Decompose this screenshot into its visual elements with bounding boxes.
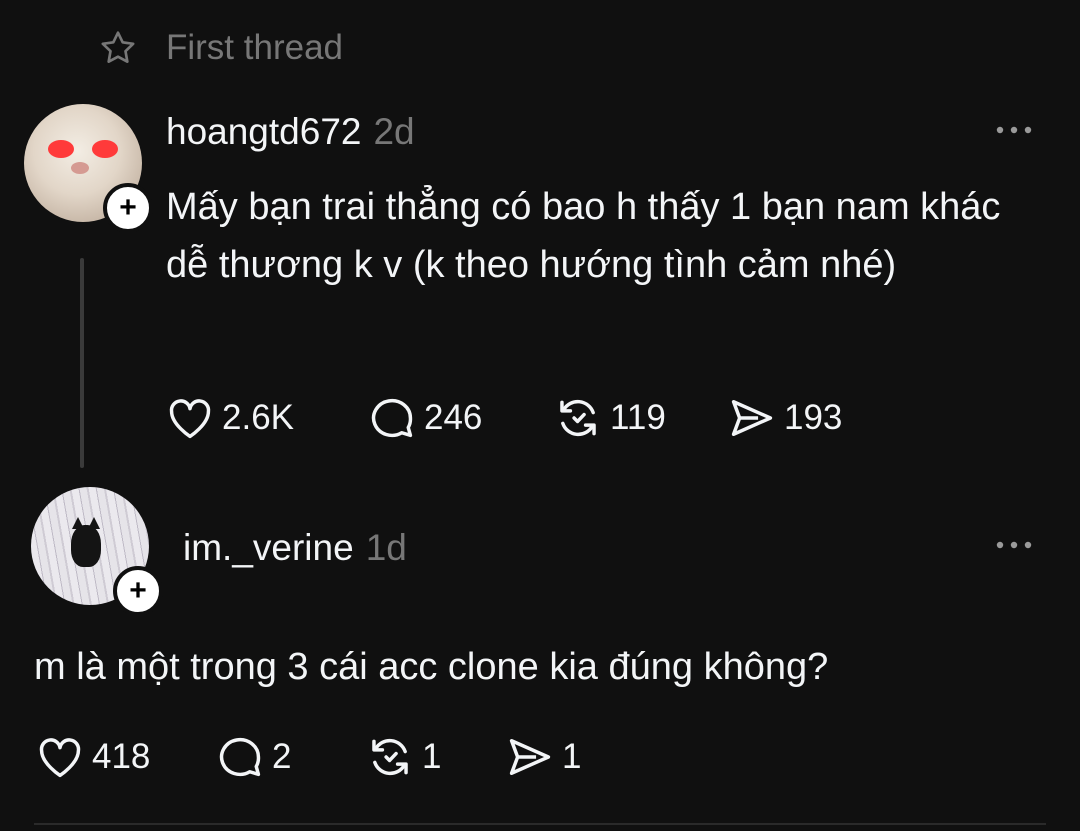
reply-button[interactable]: 246: [366, 392, 552, 444]
comment-icon: [371, 398, 413, 438]
thread-line: [80, 258, 84, 468]
repost-count: 119: [610, 398, 666, 437]
follow-button[interactable]: +: [113, 566, 163, 616]
reply-count: 2: [272, 737, 292, 776]
like-button[interactable]: 2.6K: [164, 392, 366, 444]
share-count: 193: [784, 398, 843, 437]
like-count: 418: [92, 737, 151, 776]
plus-icon: +: [129, 574, 147, 607]
repost-icon: [372, 738, 408, 776]
reply-header: im._verine 1d: [183, 526, 407, 570]
post-text: Mấy bạn trai thẳng có bao h thấy 1 bạn n…: [166, 186, 1001, 286]
share-button[interactable]: 1: [504, 731, 581, 783]
thread-title: First thread: [166, 28, 343, 67]
reply-time: 1d: [365, 527, 407, 568]
share-icon: [731, 400, 773, 436]
post-time: 2d: [373, 111, 415, 152]
like-button[interactable]: 418: [34, 731, 214, 783]
divider: [34, 823, 1046, 825]
post-header: hoangtd672 2d: [166, 110, 415, 154]
repost-button[interactable]: 119: [552, 392, 726, 444]
repost-button[interactable]: 1: [364, 731, 504, 783]
reply-actions: 418 2 1 1: [34, 731, 581, 783]
post-actions: 2.6K 246 119 193: [164, 392, 842, 444]
share-count: 1: [562, 737, 582, 776]
repost-count: 1: [422, 737, 442, 776]
repost-icon: [560, 399, 596, 437]
heart-icon: [39, 738, 81, 778]
reply-count: 246: [424, 398, 483, 437]
share-button[interactable]: 193: [726, 392, 842, 444]
like-count: 2.6K: [222, 398, 294, 437]
follow-button[interactable]: +: [103, 183, 153, 233]
share-icon: [509, 739, 551, 775]
reply-text: m là một trong 3 cái acc clone kia đúng …: [34, 646, 829, 688]
plus-icon: +: [119, 191, 137, 224]
reply-button[interactable]: 2: [214, 731, 364, 783]
more-icon[interactable]: [992, 533, 1036, 557]
username[interactable]: hoangtd672: [166, 111, 361, 152]
star-icon[interactable]: [98, 28, 138, 68]
more-icon[interactable]: [992, 118, 1036, 142]
comment-icon: [219, 737, 261, 777]
heart-icon: [169, 399, 211, 439]
username[interactable]: im._verine: [183, 527, 354, 568]
